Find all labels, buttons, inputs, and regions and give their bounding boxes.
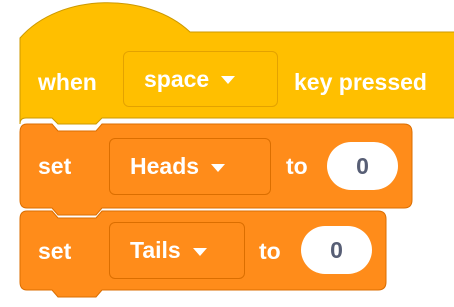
code-area: when space key pressed set Heads to 0 se… [0,0,454,307]
variable-dropdown-value: Tails [130,237,181,263]
set-label: set [38,153,72,179]
to-label: to [286,153,308,179]
key-dropdown-value: space [144,65,210,92]
key-dropdown[interactable]: space [123,51,278,107]
value-input-tails[interactable]: 0 [301,226,372,274]
dropdown-arrow-icon [221,76,236,84]
dropdown-arrow-icon [192,247,207,256]
variable-dropdown-value: Heads [130,153,200,179]
dropdown-arrow-icon [211,163,226,172]
to-label: to [259,238,281,264]
set-label: set [38,238,72,264]
value-input-heads[interactable]: 0 [327,142,398,190]
key-pressed-label: key pressed [294,69,427,95]
variable-dropdown-heads[interactable]: Heads [109,138,271,195]
variable-dropdown-tails[interactable]: Tails [109,222,245,279]
when-label: when [38,69,97,95]
